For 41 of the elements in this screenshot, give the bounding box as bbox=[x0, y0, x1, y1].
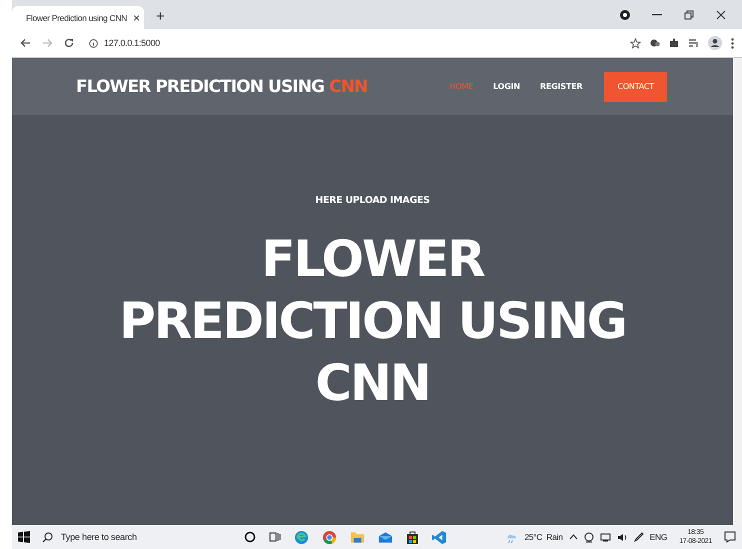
folder-icon[interactable] bbox=[350, 530, 365, 544]
profile-icon[interactable] bbox=[708, 36, 722, 50]
browser-tab[interactable]: Flower Prediction using CNN × bbox=[12, 6, 144, 29]
cortana-icon[interactable] bbox=[244, 531, 256, 543]
chevron-up-icon[interactable] bbox=[568, 534, 578, 540]
weather-text[interactable]: 25°C Rain bbox=[524, 532, 563, 542]
playlist-icon[interactable] bbox=[688, 38, 699, 48]
back-arrow-icon[interactable] bbox=[20, 38, 31, 48]
tab-title: Flower Prediction using CNN bbox=[26, 12, 128, 22]
record-icon[interactable] bbox=[620, 10, 630, 20]
taskbar-search-field[interactable]: Type here to search bbox=[42, 526, 232, 548]
search-icon bbox=[42, 532, 53, 542]
volume-icon[interactable] bbox=[616, 532, 628, 542]
mail-icon[interactable] bbox=[378, 530, 393, 544]
nav-link[interactable]: REGISTER bbox=[540, 82, 582, 91]
info-icon bbox=[89, 38, 98, 48]
minimize-icon[interactable] bbox=[652, 14, 662, 16]
hero-subtitle: HERE UPLOAD IMAGES bbox=[315, 195, 430, 206]
star-icon[interactable] bbox=[630, 38, 641, 48]
notification-icon[interactable] bbox=[724, 531, 736, 543]
meet-now-icon[interactable] bbox=[584, 532, 594, 542]
extension-icon[interactable] bbox=[650, 38, 660, 48]
restore-icon[interactable] bbox=[684, 10, 694, 20]
edge-icon[interactable] bbox=[294, 530, 309, 544]
scrollbar[interactable] bbox=[733, 58, 742, 525]
site-logo[interactable]: FLOWER PREDICTION USING CNN bbox=[76, 76, 368, 96]
network-icon[interactable] bbox=[600, 532, 611, 542]
hero-title: FLOWER PREDICTION USING CNN bbox=[118, 229, 627, 414]
chrome-icon[interactable] bbox=[322, 530, 337, 544]
close-tab-button[interactable]: × bbox=[133, 10, 140, 24]
windows-logo-icon[interactable] bbox=[18, 531, 30, 543]
task-view-icon[interactable] bbox=[269, 531, 281, 543]
language-indicator[interactable]: ENG bbox=[650, 532, 668, 542]
code-editor-icon[interactable] bbox=[432, 530, 447, 544]
nav-link[interactable]: LOGIN bbox=[493, 82, 520, 91]
reload-icon[interactable] bbox=[64, 38, 74, 48]
store-bag-icon[interactable] bbox=[406, 530, 419, 544]
new-tab-button[interactable]: + bbox=[152, 8, 169, 29]
close-icon[interactable] bbox=[716, 10, 726, 20]
menu-icon[interactable] bbox=[731, 38, 734, 48]
pen-icon[interactable] bbox=[634, 532, 644, 542]
